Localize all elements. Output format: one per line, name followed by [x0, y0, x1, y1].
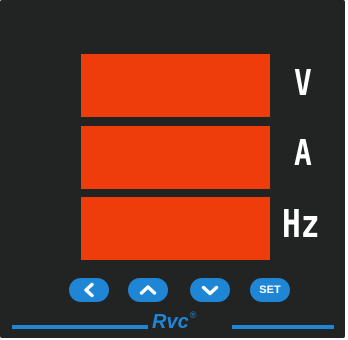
registered-mark: ® — [189, 310, 197, 320]
up-button[interactable] — [128, 278, 168, 302]
brand-name: Rvc — [152, 311, 189, 333]
chevron-left-icon — [84, 282, 94, 298]
brand-logo: Rvc® — [152, 310, 197, 333]
voltage-display — [81, 54, 270, 117]
frequency-unit-label: Hz — [282, 202, 320, 246]
set-button-label: SET — [259, 284, 281, 296]
meter-bezel: V A Hz SET Rvc® — [0, 0, 345, 338]
frequency-display — [81, 197, 270, 260]
brand-rule-left — [12, 325, 148, 329]
meter-panel: V A Hz SET Rvc® — [0, 0, 348, 340]
voltage-unit-label: V — [294, 63, 312, 104]
set-button[interactable]: SET — [250, 278, 290, 302]
current-unit-label: A — [294, 133, 312, 174]
current-display — [81, 126, 270, 189]
chevron-down-icon — [201, 285, 219, 296]
left-button[interactable] — [69, 278, 109, 302]
chevron-up-icon — [139, 285, 157, 295]
brand-rule-right — [232, 325, 334, 329]
down-button[interactable] — [190, 278, 230, 302]
